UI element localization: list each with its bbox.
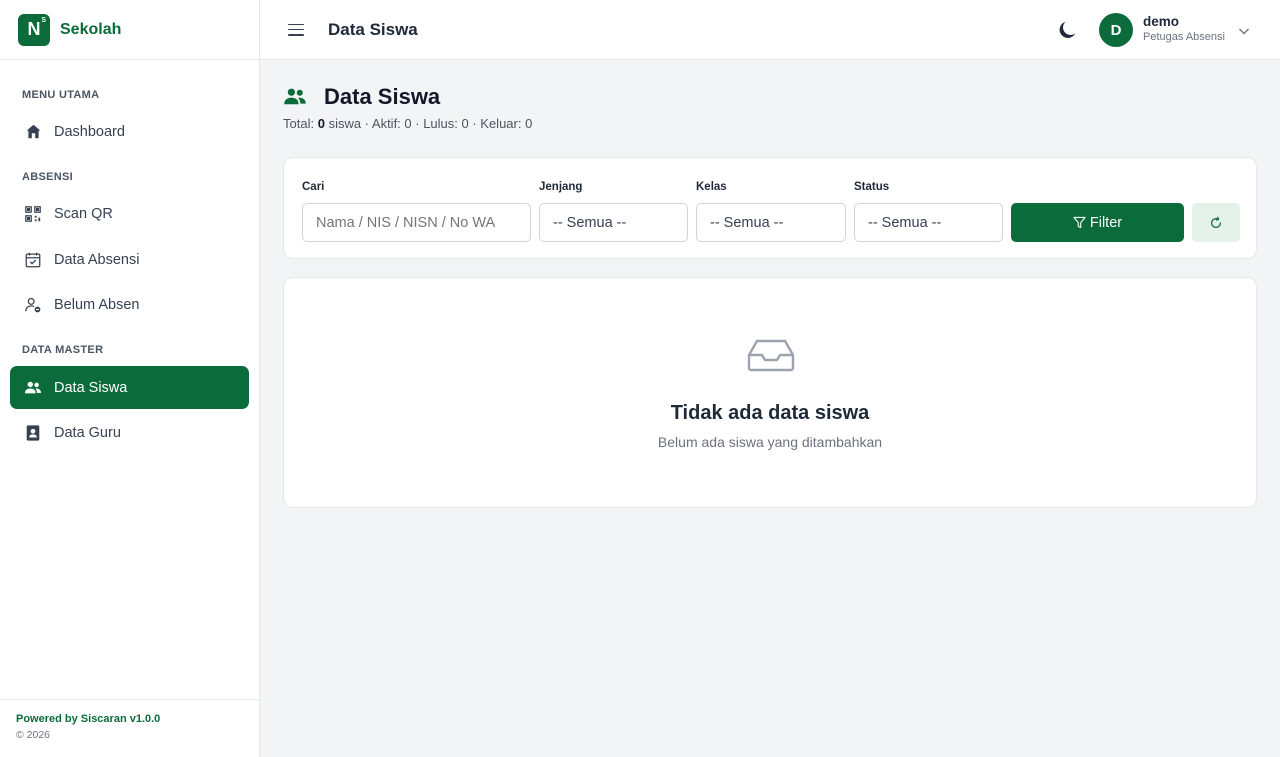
users-icon [283, 85, 307, 109]
brand[interactable]: N S Sekolah [0, 0, 259, 60]
sidebar-item-label: Data Siswa [54, 379, 128, 396]
search-input[interactable] [302, 203, 531, 242]
sidebar-item-data-guru[interactable]: Data Guru [10, 411, 249, 454]
jenjang-select[interactable]: -- Semua -- [539, 203, 688, 242]
page-title: Data Siswa [324, 84, 441, 109]
sidebar-item-scan-qr[interactable]: Scan QR [10, 192, 249, 235]
filter-card: Cari Jenjang -- Semua -- Kelas -- Semua … [283, 157, 1257, 259]
status-select[interactable]: -- Semua -- [854, 203, 1003, 242]
empty-state-card: Tidak ada data siswa Belum ada siswa yan… [283, 277, 1257, 508]
filter-button-label: Filter [1089, 214, 1123, 231]
user-role: Petugas Absensi [1143, 31, 1225, 43]
sidebar-item-data-siswa[interactable]: Data Siswa [10, 366, 249, 409]
kelas-select[interactable]: -- Semua -- [696, 203, 846, 242]
sidebar-item-label: Dashboard [54, 123, 125, 140]
kelas-label: Kelas [696, 181, 727, 193]
section-label-data-master: DATA MASTER [22, 344, 104, 356]
summary-total-count: 0 [317, 116, 325, 131]
user-minus-icon [24, 296, 42, 314]
summary-counts: siswa · Aktif: 0 · Lulus: 0 · Keluar: 0 [328, 116, 533, 131]
summary-total-prefix: Total: [283, 116, 315, 131]
kelas-select-value: -- Semua -- [710, 214, 784, 231]
sidebar-item-label: Scan QR [54, 205, 113, 222]
home-icon [24, 123, 42, 141]
brand-logo: N S [18, 13, 50, 46]
sidebar-item-data-absensi[interactable]: Data Absensi [10, 238, 249, 281]
contact-book-icon [24, 424, 42, 442]
sidebar-footer: Powered by Siscaran v1.0.0 © 2026 [0, 699, 259, 757]
search-label: Cari [302, 181, 325, 193]
menu-toggle-icon[interactable] [288, 23, 304, 36]
reset-button[interactable] [1192, 203, 1240, 242]
page-header: Data Siswa [283, 84, 440, 110]
sidebar-item-label: Belum Absen [54, 296, 140, 313]
qr-code-icon [24, 205, 42, 223]
sidebar-item-label: Data Absensi [54, 251, 140, 268]
sidebar-item-dashboard[interactable]: Dashboard [10, 110, 249, 153]
sidebar-item-belum-absen[interactable]: Belum Absen [10, 283, 249, 326]
chevron-down-icon[interactable] [1238, 24, 1250, 36]
brand-name: Sekolah [60, 20, 122, 38]
page-summary: Total: 0 siswa · Aktif: 0 · Lulus: 0 · K… [283, 116, 532, 131]
jenjang-label: Jenjang [539, 181, 583, 193]
topbar-title: Data Siswa [328, 19, 418, 39]
avatar[interactable]: D [1099, 13, 1133, 47]
copyright: © 2026 [16, 729, 51, 741]
refresh-icon [1211, 216, 1221, 228]
brand-logo-mark: S [41, 16, 46, 24]
topbar: Data Siswa D demo Petugas Absensi [260, 0, 1280, 60]
status-label: Status [854, 181, 890, 193]
jenjang-select-value: -- Semua -- [553, 214, 627, 231]
filter-button[interactable]: Filter [1011, 203, 1184, 242]
user-name[interactable]: demo [1143, 14, 1179, 29]
brand-logo-letter: N [27, 19, 41, 39]
empty-state-description: Belum ada siswa yang ditambahkan [657, 434, 883, 450]
powered-by: Powered by Siscaran v1.0.0 [16, 713, 161, 725]
section-label-menu-utama: MENU UTAMA [22, 89, 100, 101]
sidebar-item-label: Data Guru [54, 424, 121, 441]
sidebar: N S Sekolah MENU UTAMA Dashboard ABSENSI… [0, 0, 260, 757]
users-icon [24, 379, 42, 397]
filter-icon [1073, 216, 1086, 229]
calendar-check-icon [24, 251, 42, 269]
status-select-value: -- Semua -- [868, 214, 942, 231]
section-label-absensi: ABSENSI [22, 171, 73, 183]
inbox-icon [747, 338, 795, 372]
empty-state-title: Tidak ada data siswa [670, 402, 870, 424]
dark-mode-toggle-icon[interactable] [1057, 19, 1079, 41]
